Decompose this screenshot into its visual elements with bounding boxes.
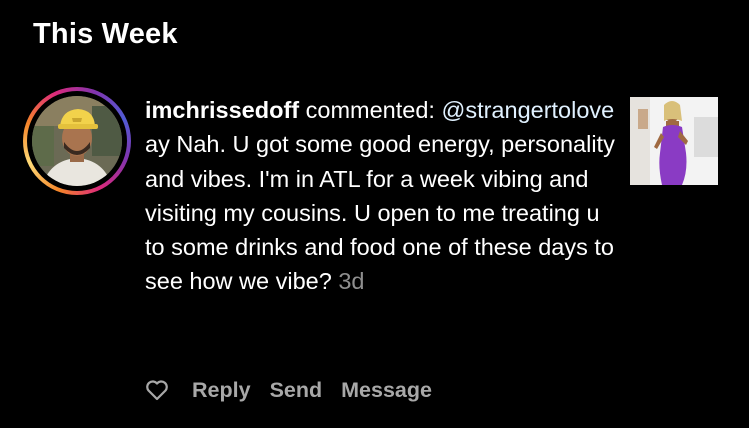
- section-title: This Week: [33, 18, 178, 50]
- reply-button[interactable]: Reply: [192, 378, 251, 403]
- avatar[interactable]: [32, 96, 122, 186]
- post-thumbnail[interactable]: [630, 97, 718, 185]
- heart-icon[interactable]: [145, 378, 171, 402]
- message-button[interactable]: Message: [341, 378, 432, 403]
- comment-actions: Reply Send Message: [145, 372, 451, 408]
- comment-action-text: commented:: [305, 97, 435, 123]
- timestamp: 3d: [338, 268, 365, 295]
- mention-link[interactable]: @strangertolove: [441, 97, 614, 123]
- story-ring[interactable]: [23, 87, 131, 195]
- username-link[interactable]: imchrissedoff: [145, 97, 299, 123]
- send-button[interactable]: Send: [270, 378, 323, 403]
- story-ring-gap: [27, 91, 127, 191]
- post-thumbnail-image: [630, 97, 718, 185]
- comment-body: ay Nah. U got some good energy, personal…: [145, 131, 615, 295]
- comment-text-block: imchrissedoff commented: @strangertolove…: [145, 93, 615, 299]
- avatar-photo: [32, 96, 122, 186]
